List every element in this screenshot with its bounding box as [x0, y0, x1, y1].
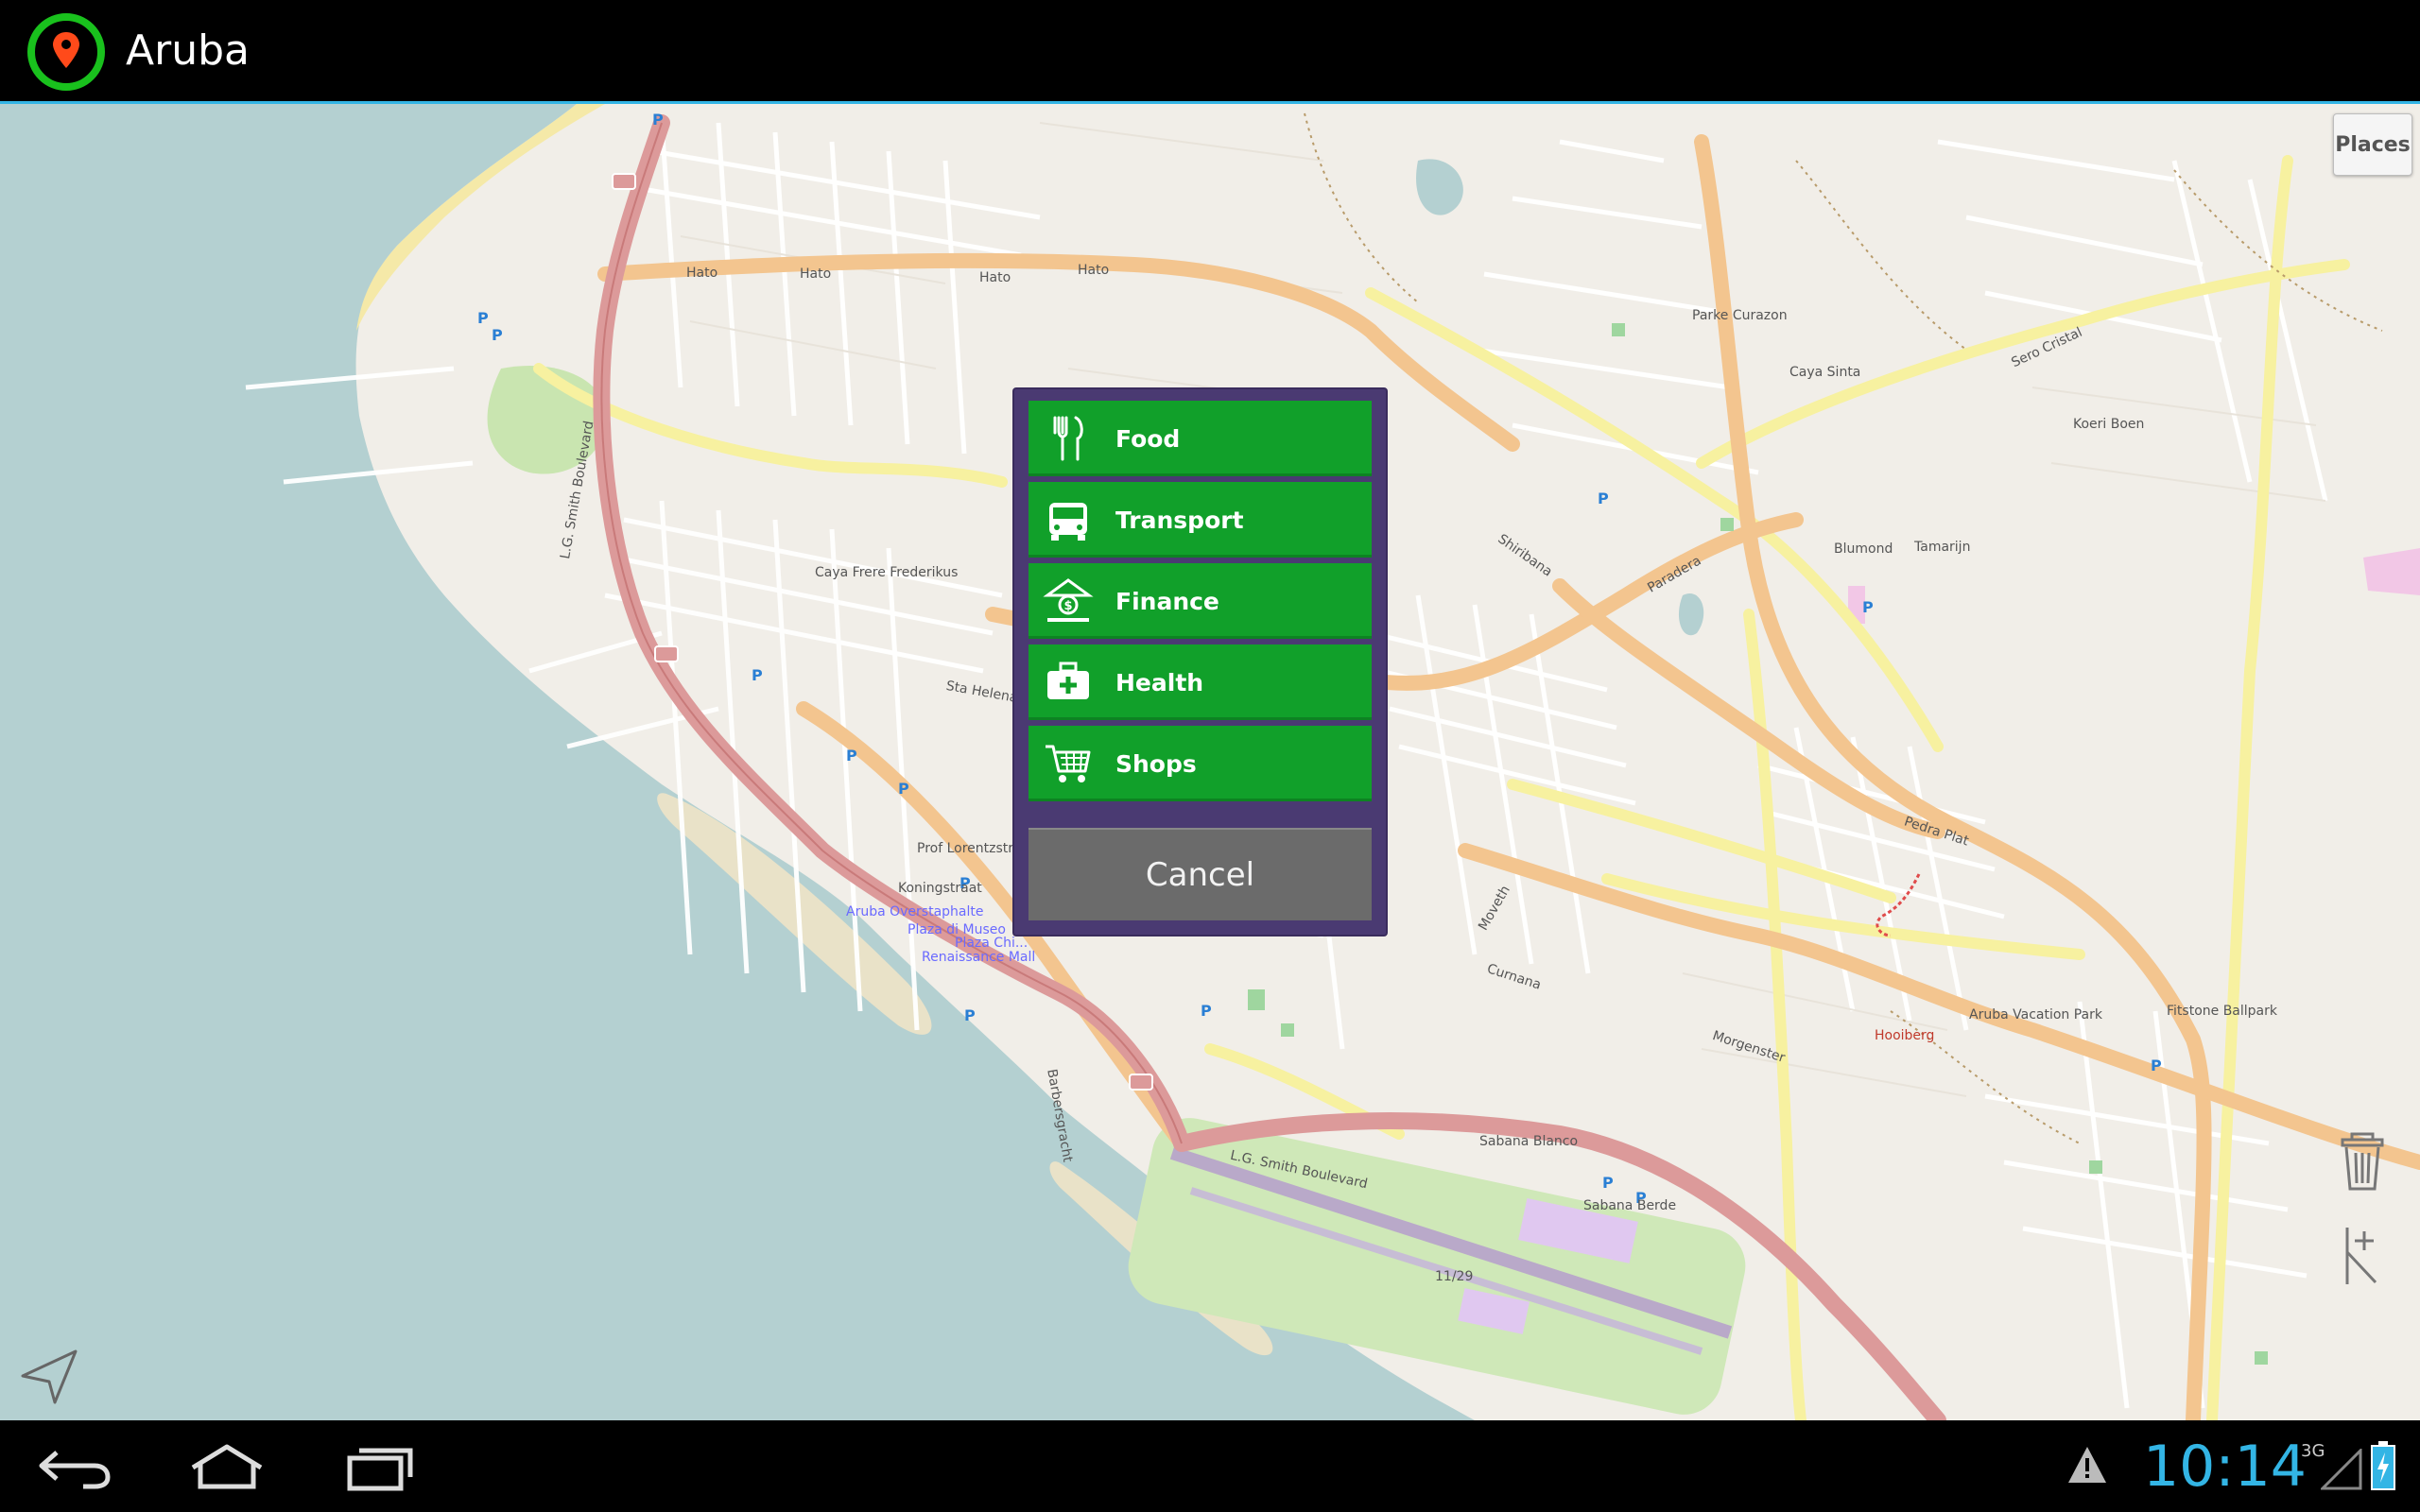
back-icon[interactable]: [28, 1434, 123, 1500]
map-label: Sabana Blanco: [1479, 1134, 1579, 1149]
map-label: Hato: [1078, 263, 1110, 278]
category-label: Transport: [1115, 506, 1244, 534]
svg-text:P: P: [964, 1006, 976, 1024]
map-label: Renaissance Mall: [922, 950, 1036, 965]
map-view[interactable]: PPP PPP PPP PPP PP Hato Hato Hato Hato L…: [0, 104, 2420, 1420]
category-transport[interactable]: Transport: [1028, 482, 1372, 558]
shopping-cart-icon: [1046, 745, 1091, 782]
signal-icon: [2321, 1449, 2362, 1490]
map-label: Aruba Vacation Park: [1969, 1007, 2102, 1022]
map-label: Parke Curazon: [1692, 308, 1788, 323]
recents-icon[interactable]: [331, 1434, 425, 1500]
map-label: Aruba Overstaphalte: [846, 904, 984, 919]
map-pin-icon[interactable]: [27, 13, 105, 91]
add-marker-icon[interactable]: [2340, 1224, 2387, 1290]
battery-charging-icon: [2371, 1441, 2395, 1490]
category-health[interactable]: Health: [1028, 644, 1372, 720]
category-label: Shops: [1115, 749, 1197, 778]
category-label: Food: [1115, 424, 1181, 453]
first-aid-kit-icon: [1047, 662, 1089, 699]
map-label: Koningstraat: [898, 881, 982, 896]
svg-text:P: P: [846, 747, 857, 765]
category-finance[interactable]: $ Finance: [1028, 563, 1372, 639]
map-label: Hato: [800, 266, 832, 282]
map-label: Sabana Berde: [1583, 1198, 1677, 1213]
fork-knife-icon: [1053, 416, 1083, 461]
status-clock: 10:14: [2143, 1434, 2307, 1500]
warning-icon: [2068, 1447, 2106, 1483]
svg-text:P: P: [1602, 1174, 1614, 1192]
map-label: Blumond: [1834, 541, 1893, 557]
svg-text:P: P: [652, 111, 664, 129]
map-label: 11/29: [1435, 1269, 1474, 1284]
category-dialog: Food Transport $ Finance Health Shops Ca…: [1014, 389, 1386, 935]
map-label: Hato: [979, 270, 1011, 285]
map-label: Caya Frere Frederikus: [815, 565, 959, 580]
system-nav-bar: 10:14 3G: [0, 1420, 2420, 1512]
navigation-arrow-icon[interactable]: [17, 1344, 83, 1410]
category-label: Finance: [1115, 587, 1219, 615]
category-shops[interactable]: Shops: [1028, 726, 1372, 801]
svg-text:P: P: [898, 780, 909, 798]
places-button[interactable]: Places: [2333, 113, 2412, 176]
svg-text:P: P: [492, 326, 503, 344]
trash-icon[interactable]: [2335, 1130, 2390, 1194]
category-label: Health: [1115, 668, 1204, 696]
svg-text:P: P: [1598, 490, 1609, 507]
bank-icon: $: [1043, 578, 1094, 622]
map-label: Hato: [686, 266, 718, 281]
svg-text:P: P: [752, 666, 763, 684]
svg-text:P: P: [1862, 598, 1874, 616]
map-label: Fitstone Ballpark: [2167, 1004, 2277, 1019]
map-label: Tamarijn: [1914, 540, 1971, 555]
map-label: Hooiberg: [1875, 1028, 1935, 1043]
category-food[interactable]: Food: [1028, 401, 1372, 476]
svg-text:P: P: [477, 309, 489, 327]
map-label: Plaza Chi...: [955, 936, 1028, 951]
map-label: Koeri Boen: [2073, 417, 2145, 432]
action-bar: Aruba: [0, 0, 2420, 104]
bus-icon: [1049, 503, 1087, 541]
svg-text:P: P: [1201, 1002, 1212, 1020]
app-title: Aruba: [126, 26, 250, 75]
map-label: Caya Sinta: [1789, 365, 1861, 380]
svg-text:P: P: [2151, 1057, 2162, 1074]
svg-text:$: $: [1063, 599, 1072, 613]
cancel-button[interactable]: Cancel: [1028, 828, 1372, 920]
home-icon[interactable]: [180, 1434, 274, 1500]
